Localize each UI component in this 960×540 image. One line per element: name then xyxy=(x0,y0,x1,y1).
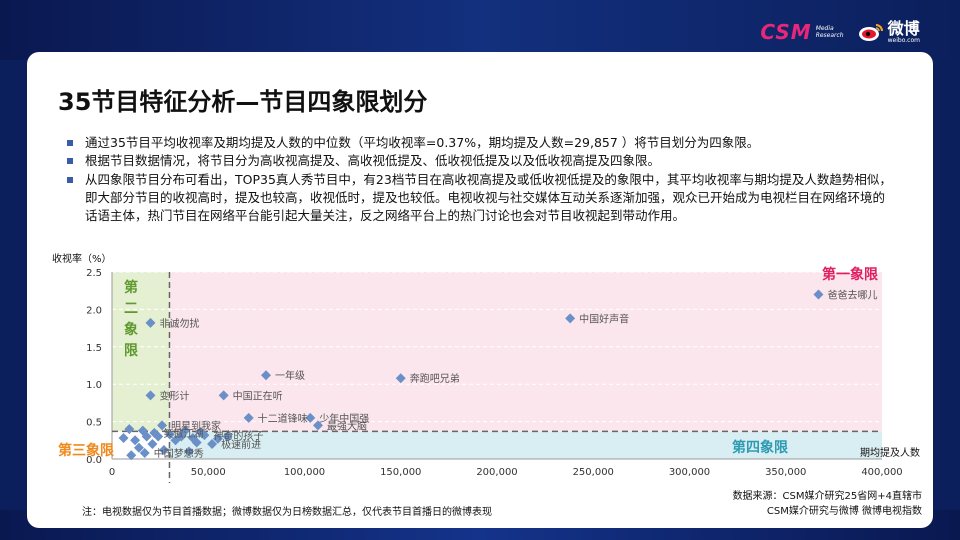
quadrant-3-label: 第三象限 xyxy=(58,442,114,459)
data-point-label: 变形计 xyxy=(160,389,190,402)
quadrant-scatter-chart: 0 50,000 100,000 150,000 200,000 250,000 300,0… xyxy=(52,252,920,483)
quadrant-4-label: 第四象限 xyxy=(732,439,788,456)
quadrant-1-label: 第一象限 xyxy=(822,266,878,283)
x-tick-label: 100,000 xyxy=(284,467,325,478)
y-tick-label: 2.5 xyxy=(86,268,102,279)
x-tick-label: 250,000 xyxy=(573,467,614,478)
y-tick-labels: 0.00.51.01.52.02.5 xyxy=(86,268,102,466)
x-axis-label: 期均提及人数 xyxy=(860,446,920,459)
y-axis-label: 收视率（%） xyxy=(52,252,112,265)
data-source: 数据来源：CSM媒介研究25省网+4直辖市 CSM媒介研究与微博 微博电视指数 xyxy=(733,489,922,519)
y-tick-label: 0.5 xyxy=(86,418,102,429)
data-point-label: 一年级 xyxy=(275,369,305,382)
x-tick-label: 0 xyxy=(109,467,115,478)
data-point-label: 笑傲江湖 xyxy=(163,427,203,440)
x-tick-labels: 0 50,000 100,000 150,000 200,000 250,000 300,0… xyxy=(109,467,903,478)
data-source-line: CSM媒介研究与微博 微博电视指数 xyxy=(766,506,922,517)
data-point-label: 十二道锋味 xyxy=(258,412,308,425)
data-point-marker xyxy=(147,439,158,450)
y-tick-label: 2.0 xyxy=(86,305,102,316)
y-tick-label: 1.5 xyxy=(86,343,102,354)
data-point-label: 中国正在听 xyxy=(233,389,283,402)
y-tick-label: 1.0 xyxy=(86,380,102,391)
x-tick-label: 200,000 xyxy=(476,467,517,478)
data-point-label: 最强大脑 xyxy=(327,419,367,432)
quadrant-2-region xyxy=(112,272,170,432)
footnote: 注：电视数据仅为节目首播数据；微博数据仅为日榜数据汇总，仅代表节目首播日的微博表… xyxy=(82,507,492,518)
x-tick-label: 350,000 xyxy=(765,467,806,478)
data-point-label: 奔跑吧兄弟 xyxy=(410,372,460,385)
data-point-label: 爸爸去哪儿 xyxy=(827,288,877,301)
x-tick-label: 400,000 xyxy=(861,467,902,478)
quadrant-1-region xyxy=(169,272,882,432)
data-point-marker xyxy=(118,433,129,444)
data-point-label: 非诚勿扰 xyxy=(160,317,200,330)
x-tick-label: 50,000 xyxy=(191,467,226,478)
data-source-line: 数据来源：CSM媒介研究25省网+4直辖市 xyxy=(732,491,922,502)
x-tick-label: 150,000 xyxy=(380,467,421,478)
data-point-label: 极速前进 xyxy=(221,438,261,451)
data-point-label: 中国梦想秀 xyxy=(154,447,204,460)
data-point-label: 中国好声音 xyxy=(579,312,629,325)
x-tick-label: 300,000 xyxy=(669,467,710,478)
